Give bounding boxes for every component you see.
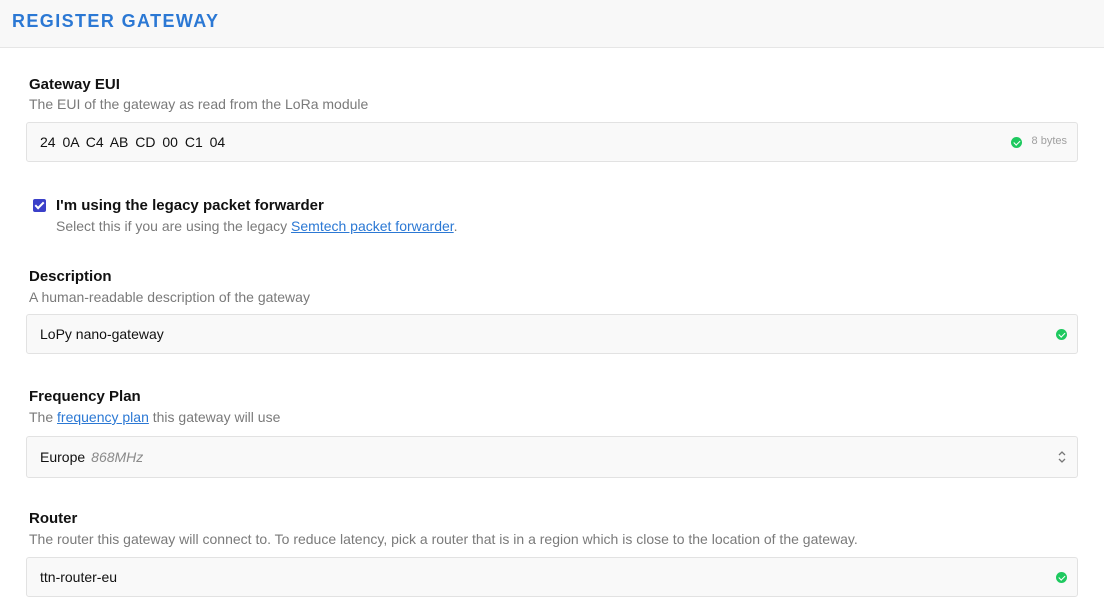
legacy-forwarder-help-suffix: . bbox=[453, 218, 458, 234]
legacy-forwarder-help: Select this if you are using the legacy … bbox=[56, 218, 458, 234]
frequency-plan-help-suffix: this gateway will use bbox=[148, 409, 281, 425]
check-circle-icon bbox=[1011, 137, 1022, 148]
legacy-forwarder-label[interactable]: I'm using the legacy packet forwarder bbox=[56, 197, 324, 214]
frequency-plan-select[interactable]: Europe 868MHz bbox=[26, 436, 1078, 478]
gateway-eui-input[interactable]: 24 0A C4 AB CD 00 C1 04 8 bytes bbox=[26, 122, 1078, 162]
router-input[interactable]: ttn-router-eu bbox=[26, 557, 1078, 597]
description-value: LoPy nano-gateway bbox=[40, 326, 164, 342]
router-label: Router bbox=[29, 510, 78, 527]
frequency-plan-unit: 868MHz bbox=[91, 449, 144, 465]
frequency-plan-label: Frequency Plan bbox=[29, 388, 141, 405]
router-help: The router this gateway will connect to.… bbox=[29, 531, 858, 547]
frequency-plan-selected: Europe bbox=[40, 449, 86, 465]
description-label: Description bbox=[29, 268, 112, 285]
frequency-plan-help-prefix: The bbox=[29, 409, 58, 425]
legacy-forwarder-checkbox[interactable] bbox=[33, 199, 46, 212]
legacy-forwarder-help-prefix: Select this if you are using the legacy bbox=[56, 218, 292, 234]
page-title: REGISTER GATEWAY bbox=[12, 11, 220, 31]
semtech-forwarder-link[interactable]: Semtech packet forwarder bbox=[291, 218, 454, 234]
gateway-eui-value: 24 0A C4 AB CD 00 C1 04 bbox=[40, 134, 226, 150]
gateway-eui-help: The EUI of the gateway as read from the … bbox=[29, 96, 369, 112]
router-value: ttn-router-eu bbox=[40, 569, 118, 585]
page-header: REGISTER GATEWAY bbox=[0, 0, 1104, 48]
frequency-plan-help: The frequency plan this gateway will use bbox=[29, 409, 280, 425]
check-circle-icon bbox=[1056, 329, 1067, 340]
frequency-plan-link[interactable]: frequency plan bbox=[57, 409, 149, 425]
description-input[interactable]: LoPy nano-gateway bbox=[26, 314, 1078, 354]
description-help: A human-readable description of the gate… bbox=[29, 289, 310, 305]
check-circle-icon bbox=[1056, 572, 1067, 583]
select-arrows-icon bbox=[1058, 451, 1066, 463]
gateway-eui-label: Gateway EUI bbox=[29, 76, 120, 93]
byte-count: 8 bytes bbox=[1031, 135, 1067, 147]
frequency-plan-value: Europe 868MHz bbox=[40, 449, 143, 465]
